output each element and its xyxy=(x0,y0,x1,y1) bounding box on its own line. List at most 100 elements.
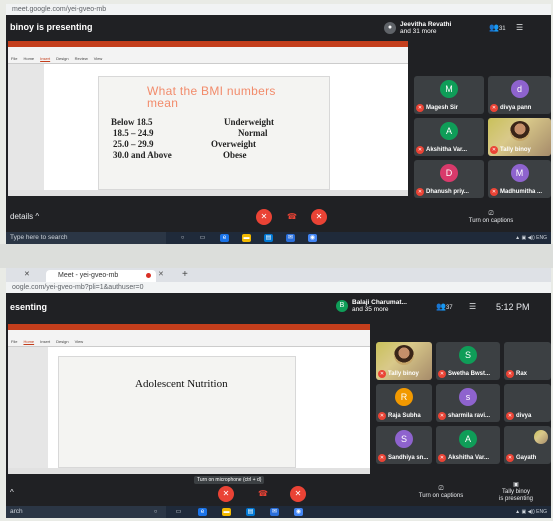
new-tab-icon[interactable]: + xyxy=(182,269,188,280)
participant-tile[interactable]: ✕ Gayath xyxy=(504,426,551,464)
participant-name: Magesh Sir xyxy=(426,105,459,111)
mic-off-icon: ✕ xyxy=(416,188,424,196)
folder-icon[interactable]: ▬ xyxy=(242,234,251,242)
edge-icon[interactable]: e xyxy=(198,508,207,516)
captions-icon: ⎚ xyxy=(438,486,444,492)
ribbon-tab[interactable]: View xyxy=(94,56,103,61)
chat-icon[interactable]: ☰ xyxy=(516,23,523,32)
clock: 5:12 PM xyxy=(496,302,530,312)
participant-name: Swetha Bwst... xyxy=(448,371,491,377)
windows-taskbar: Type here to search ○ ▭ e ▬ ▤ ✉ ◉ ▲ ▣ ◀)… xyxy=(6,232,551,244)
chevron-up-icon[interactable]: ^ xyxy=(10,488,14,497)
taskbar-search[interactable]: Type here to search xyxy=(6,232,166,244)
hang-up-button[interactable]: ☎ xyxy=(287,212,297,221)
avatar: M xyxy=(510,164,529,182)
mic-off-icon: ✕ xyxy=(506,370,514,378)
mic-off-icon: ✕ xyxy=(506,454,514,462)
ribbon-tab[interactable]: Home xyxy=(23,56,34,61)
ppt-statusbar xyxy=(8,468,370,474)
participant-name: divya pann xyxy=(500,105,532,111)
participant-tile-video[interactable]: ✕ Tally binoy xyxy=(488,118,551,156)
address-bar[interactable]: oogle.com/yei-gveo-mb?pli=1&authuser=0 xyxy=(6,282,551,293)
address-bar[interactable]: meet.google.com/yei-gveo-mb xyxy=(6,4,551,15)
avatar: A xyxy=(440,122,458,140)
avatar: S xyxy=(459,346,477,364)
chrome-icon[interactable]: ◉ xyxy=(308,234,317,242)
ribbon-tab[interactable]: Home xyxy=(23,339,34,344)
slide-title: What the BMI numbers mean xyxy=(147,85,276,109)
meeting-details-button[interactable]: details ^ xyxy=(10,212,39,221)
participant-tile[interactable]: D ✕ Dhanush priy... xyxy=(414,160,484,198)
camera-toggle-button[interactable]: ✕ xyxy=(311,209,327,225)
edge-icon[interactable]: e xyxy=(220,234,229,242)
mic-off-icon: ✕ xyxy=(378,454,386,462)
participant-tile[interactable]: A ✕ Akshitha Var... xyxy=(414,118,484,156)
participant-tile[interactable]: ✕ divya xyxy=(504,384,551,422)
mic-toggle-button[interactable]: ✕ xyxy=(256,209,272,225)
browser-tab[interactable]: Meet - yei-gveo-mb xyxy=(46,270,156,282)
captions-button[interactable]: ⎚ Turn on captions xyxy=(461,211,521,225)
ribbon-tab[interactable]: File xyxy=(11,339,17,344)
participant-name: Gayath xyxy=(516,455,537,461)
mic-off-icon: ✕ xyxy=(438,454,446,462)
tab-close-icon[interactable]: ✕ xyxy=(158,270,164,278)
ribbon-tab[interactable]: Design xyxy=(56,56,68,61)
close-icon[interactable]: ✕ xyxy=(24,270,30,278)
presenting-indicator[interactable]: ▣ Tally binoy is presenting xyxy=(486,482,546,503)
ribbon-tab[interactable]: Insert xyxy=(40,339,50,344)
people-icon[interactable]: 👥37 xyxy=(436,302,453,311)
store-icon[interactable]: ▤ xyxy=(246,508,255,516)
taskbar-search[interactable]: arch xyxy=(6,506,166,518)
participant-tile[interactable]: M ✕ Magesh Sir xyxy=(414,76,484,114)
mic-off-icon: ✕ xyxy=(416,146,424,154)
presenting-label-line1: Tally binoy xyxy=(501,489,530,495)
ribbon-tab[interactable]: View xyxy=(75,339,84,344)
mail-icon[interactable]: ✉ xyxy=(270,508,279,516)
participant-tile[interactable]: S ✕ Sandhiya sn... xyxy=(376,426,432,464)
participant-tile[interactable]: ✕ Rax xyxy=(504,342,551,380)
system-tray: ▲ ▣ ◀)) ENG xyxy=(515,235,547,241)
participant-tile-video[interactable]: ✕ Tally binoy xyxy=(376,342,432,380)
ribbon-tab[interactable]: File xyxy=(11,56,17,61)
camera-toggle-button[interactable]: ✕ xyxy=(290,486,306,502)
avatar: R xyxy=(395,388,413,406)
ribbon-tab[interactable]: Insert xyxy=(40,56,50,61)
ribbon-tab[interactable]: Design xyxy=(56,339,68,344)
details-label: details xyxy=(10,212,34,221)
participant-more: and 35 more xyxy=(352,306,389,313)
participant-tile[interactable]: R ✕ Raja Subha xyxy=(376,384,432,422)
participant-name: sharmila ravi... xyxy=(448,413,491,419)
slide-canvas: What the BMI numbers mean Below 18.5 Und… xyxy=(98,76,330,190)
slide-title-line2: mean xyxy=(147,96,179,110)
store-icon[interactable]: ▤ xyxy=(264,234,273,242)
participant-tile[interactable]: s ✕ sharmila ravi... xyxy=(436,384,500,422)
cortana-icon[interactable]: ▭ xyxy=(198,234,207,242)
captions-button[interactable]: ⎚ Turn on captions xyxy=(406,486,476,500)
chrome-icon[interactable]: ◉ xyxy=(294,508,303,516)
mic-toggle-button[interactable]: ✕ xyxy=(218,486,234,502)
mic-off-icon: ✕ xyxy=(506,412,514,420)
participant-tile[interactable]: M ✕ Madhumitha ... xyxy=(488,160,551,198)
meet-controls: details ^ ✕ ☎ ✕ ⎚ Turn on captions xyxy=(6,203,551,232)
participant-tile[interactable]: A ✕ Akshitha Var... xyxy=(436,426,500,464)
chat-icon[interactable]: ☰ xyxy=(469,302,476,311)
mic-off-icon: ✕ xyxy=(490,104,498,112)
task-view-icon[interactable]: ○ xyxy=(151,508,160,516)
bmi-range: Below 18.5 xyxy=(111,117,153,127)
photo-gap xyxy=(0,244,553,268)
recording-dot-icon xyxy=(146,273,151,278)
captions-icon: ⎚ xyxy=(488,211,494,217)
participant-summary[interactable]: B Balaji Charumat... and 35 more xyxy=(336,299,407,313)
people-icon[interactable]: 👥31 xyxy=(489,23,506,32)
mail-icon[interactable]: ✉ xyxy=(286,234,295,242)
ribbon-tab[interactable]: Review xyxy=(75,56,88,61)
participant-summary[interactable]: ● Jeevitha Revathi and 31 more xyxy=(384,21,451,35)
participant-tile[interactable]: d ✕ divya pann xyxy=(488,76,551,114)
task-view-icon[interactable]: ○ xyxy=(178,234,187,242)
presenter-banner: binoy is presenting xyxy=(10,22,93,32)
folder-icon[interactable]: ▬ xyxy=(222,508,231,516)
participant-name: Rax xyxy=(516,371,528,377)
cortana-icon[interactable]: ▭ xyxy=(174,508,183,516)
hang-up-button[interactable]: ☎ xyxy=(258,489,268,498)
participant-tile[interactable]: S ✕ Swetha Bwst... xyxy=(436,342,500,380)
